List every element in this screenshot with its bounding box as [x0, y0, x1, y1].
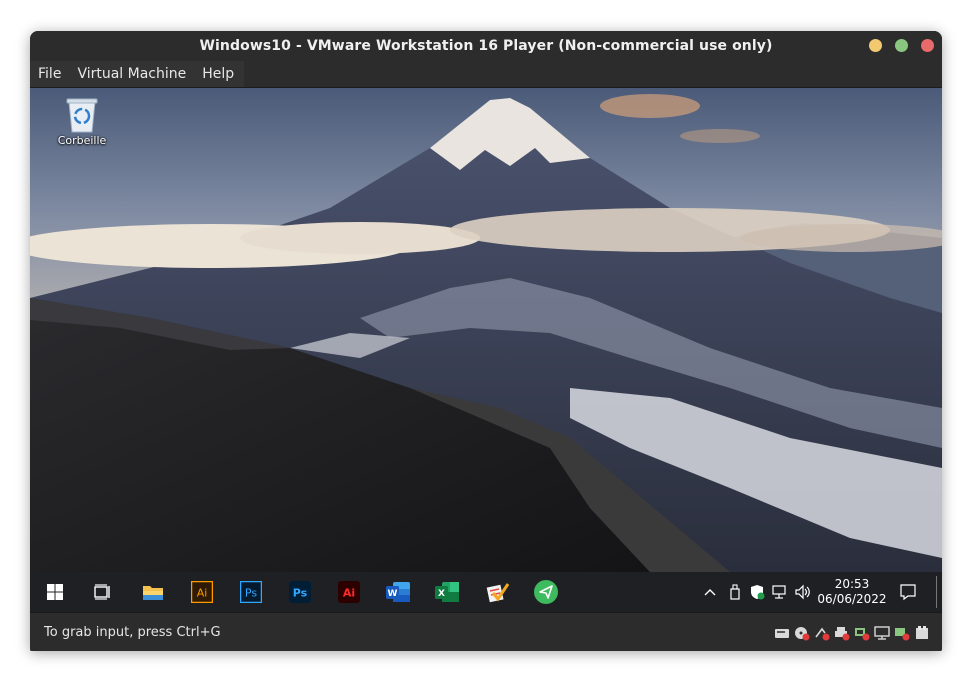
- task-view-button[interactable]: [79, 572, 127, 612]
- show-desktop-divider[interactable]: [936, 576, 937, 608]
- taskbar-file-explorer[interactable]: [129, 572, 177, 612]
- menu-virtual-machine[interactable]: Virtual Machine: [69, 61, 194, 87]
- notification-icon: [900, 584, 916, 601]
- tray-usb[interactable]: [724, 572, 746, 612]
- windows-desktop[interactable]: Corbeille: [30, 88, 942, 572]
- shield-icon: [751, 585, 765, 600]
- printer-icon[interactable]: [834, 625, 850, 641]
- usb-device-icon[interactable]: [854, 625, 870, 641]
- menu-bar: File Virtual Machine Help: [30, 61, 942, 88]
- windows-taskbar: Ai Ps Ps Ai W X 20:53 06/06/2022: [30, 572, 942, 612]
- taskbar-photoshop[interactable]: Ps: [227, 572, 275, 612]
- chevron-up-icon: [704, 589, 716, 596]
- cd-dvd-icon[interactable]: [794, 625, 810, 641]
- acrobat-icon: Ai: [338, 581, 360, 603]
- checklist-icon: [486, 583, 509, 603]
- taskbar-send[interactable]: [522, 572, 570, 612]
- device-icons: [774, 625, 930, 641]
- title-bar[interactable]: Windows10 - VMware Workstation 16 Player…: [30, 31, 942, 61]
- vm-screen[interactable]: Corbeille Ai Ps Ps Ai W X 20:53 06/06/20…: [30, 88, 942, 612]
- svg-text:W: W: [388, 589, 398, 599]
- menu-help[interactable]: Help: [194, 61, 242, 87]
- clock-time: 20:53: [834, 577, 870, 591]
- tray-security[interactable]: [746, 572, 768, 612]
- svg-text:Ai: Ai: [197, 587, 208, 600]
- status-message: To grab input, press Ctrl+G: [44, 625, 221, 640]
- close-button[interactable]: [921, 39, 934, 52]
- windows-logo-icon: [47, 584, 63, 600]
- svg-text:Ai: Ai: [343, 587, 355, 600]
- taskbar-photoshop-2[interactable]: Ps: [276, 572, 324, 612]
- folder-icon: [143, 586, 163, 600]
- desktop-icon-recycle-bin[interactable]: Corbeille: [52, 96, 112, 147]
- tray-overflow-button[interactable]: [698, 572, 722, 612]
- minimize-button[interactable]: [869, 39, 882, 52]
- word-icon: W: [386, 582, 410, 602]
- task-view-icon: [94, 584, 110, 600]
- excel-icon: X: [435, 582, 459, 602]
- photoshop-icon: Ps: [240, 581, 262, 603]
- network-icon: [772, 585, 786, 599]
- usb-drive-icon: [730, 584, 740, 600]
- taskbar-tasks[interactable]: [473, 572, 521, 612]
- tray-network[interactable]: [769, 572, 791, 612]
- speaker-icon: [795, 584, 810, 600]
- sound-card-icon[interactable]: [894, 625, 910, 641]
- action-center-button[interactable]: [896, 572, 920, 612]
- display-icon[interactable]: [874, 625, 890, 641]
- taskbar-word[interactable]: W: [374, 572, 422, 612]
- maximize-button[interactable]: [895, 39, 908, 52]
- window-title: Windows10 - VMware Workstation 16 Player…: [199, 38, 773, 54]
- recycle-bin-icon: [66, 98, 98, 133]
- network-adapter-icon[interactable]: [814, 625, 830, 641]
- clock-date: 06/06/2022: [817, 592, 887, 606]
- start-button[interactable]: [31, 572, 79, 612]
- svg-text:Ps: Ps: [245, 587, 257, 600]
- paper-plane-icon: [534, 580, 558, 604]
- svg-text:X: X: [438, 589, 445, 599]
- menu-file[interactable]: File: [30, 61, 69, 87]
- photoshop-icon: Ps: [289, 581, 311, 603]
- message-log-icon[interactable]: [914, 625, 930, 641]
- taskbar-illustrator[interactable]: Ai: [178, 572, 226, 612]
- illustrator-icon: Ai: [191, 581, 213, 603]
- vmware-window: Windows10 - VMware Workstation 16 Player…: [30, 31, 942, 651]
- hard-disk-icon[interactable]: [774, 625, 790, 641]
- tray-volume[interactable]: [792, 572, 814, 612]
- desktop-icon-label: Corbeille: [57, 134, 107, 147]
- taskbar-clock[interactable]: 20:53 06/06/2022: [814, 572, 890, 612]
- taskbar-acrobat[interactable]: Ai: [325, 572, 373, 612]
- status-bar: To grab input, press Ctrl+G: [30, 612, 942, 651]
- svg-text:Ps: Ps: [293, 587, 308, 600]
- taskbar-excel[interactable]: X: [423, 572, 471, 612]
- mountain-wallpaper: [30, 88, 942, 572]
